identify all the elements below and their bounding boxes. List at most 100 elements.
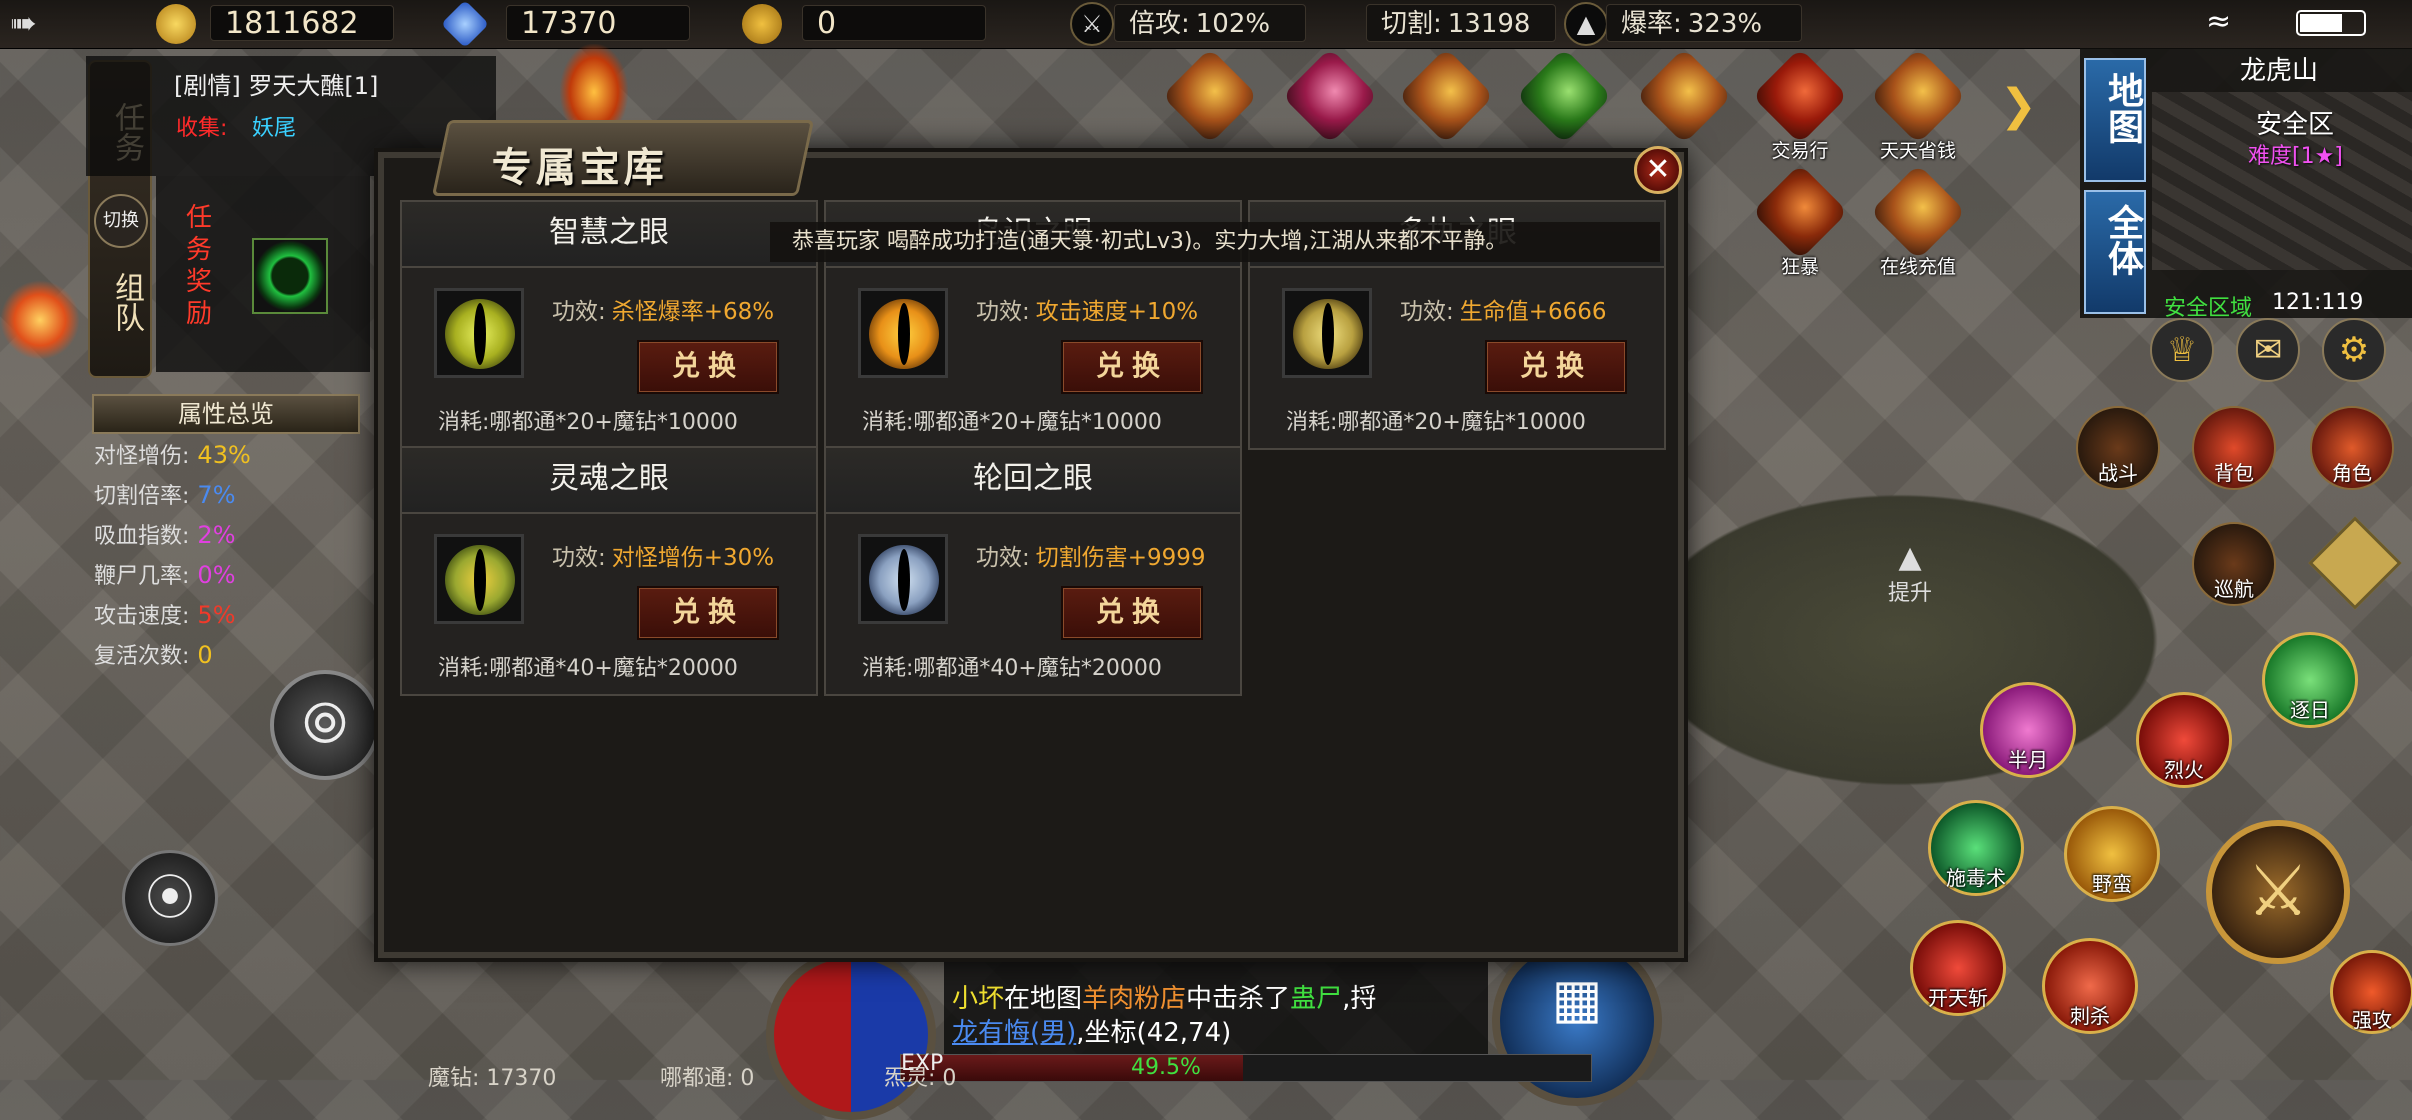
attribute-value: 2% [197, 521, 236, 549]
effect-label: 功效: [1400, 299, 1454, 325]
gold-ingot-icon [156, 4, 196, 44]
quest-title: [剧情] 罗天大醮[1] [174, 72, 379, 100]
daily-savings-icon[interactable]: 天天省钱 [1869, 47, 1967, 162]
announcement-ticker: 恭喜玩家 喝醉成功打造(通天箓·初式Lv3)。实力大增,江湖从来都不平静。 [770, 222, 1660, 262]
sword-icon: ⚔ [2246, 850, 2310, 932]
diamond-icon [440, 0, 490, 49]
battle-icon[interactable]: 战斗 [2076, 406, 2160, 490]
settings-gear-icon[interactable]: ⚙ [2322, 318, 2386, 382]
walking-figure-icon: ⦿ [145, 870, 194, 926]
eye-item-icon [1282, 288, 1372, 378]
rage-icon[interactable]: 狂暴 [1751, 163, 1849, 278]
trading-house-icon[interactable]: 交易行 [1751, 47, 1849, 162]
team-tab[interactable]: 组队 [104, 272, 148, 332]
feature-icon-4-graphic [1515, 47, 1613, 145]
online-recharge-icon[interactable]: 在线充值 [1869, 163, 1967, 278]
attribute-label: 切割倍率: [94, 484, 190, 509]
item-name: 灵魂之眼 [402, 448, 816, 514]
chat-text-2: 中击杀了 [1186, 984, 1291, 1014]
skill-qianggong[interactable]: 强攻 [2330, 950, 2412, 1034]
redeem-button[interactable]: 兑换 [1061, 586, 1203, 640]
gold-amount: 1811682 [210, 5, 394, 41]
item-body: 功效: 对怪增伤+30% 兑换 消耗:哪都通*40+魔钻*20000 [402, 514, 816, 694]
skill-banyue[interactable]: 半月 [1980, 682, 2076, 778]
character-icon[interactable]: 角色 [2310, 406, 2394, 490]
chat-text-1: 在地图 [1004, 984, 1083, 1014]
redeem-button[interactable]: 兑换 [637, 586, 779, 640]
item-cost: 消耗:哪都通*20+魔钻*10000 [862, 410, 1162, 435]
item-body: 功效: 杀怪爆率+68% 兑换 消耗:哪都通*20+魔钻*10000 [402, 268, 816, 448]
diamond-amount: 17370 [506, 5, 690, 41]
chat-player-1[interactable]: 小坏 [952, 984, 1004, 1014]
eye-slit [898, 549, 910, 611]
attribute-row: 切割倍率: 7% [94, 478, 236, 510]
battle-label: 战斗 [2098, 461, 2138, 485]
switch-tab[interactable]: 切换 [94, 194, 148, 248]
upgrade-button[interactable]: ▲ 提升 [1880, 540, 1940, 620]
feature-icon-4[interactable] [1515, 47, 1613, 158]
footer-diamond: 魔钻: 17370 [428, 1066, 557, 1091]
close-button[interactable]: ✕ [1634, 146, 1682, 194]
trophy-icon[interactable]: ♕ [2150, 318, 2214, 382]
dialog-title: 专属宝库 [491, 144, 668, 191]
skill-yeman-label: 野蛮 [2092, 872, 2132, 896]
multiplier-stat: 倍攻: 102% [1114, 4, 1306, 42]
chat-player-2[interactable]: 龙有悔(男) [952, 1018, 1076, 1048]
item-effect: 功效: 对怪增伤+30% [552, 538, 774, 572]
coords-label: 121:119 [2272, 290, 2364, 315]
eye-item-icon [434, 534, 524, 624]
redeem-button[interactable]: 兑换 [1061, 340, 1203, 394]
feature-icon-2[interactable] [1281, 47, 1379, 158]
all-button[interactable]: 全体 [2084, 190, 2146, 314]
quest-reward-box[interactable]: 任务奖励 [156, 176, 370, 372]
item-card-soul: 灵魂之眼 功效: 对怪增伤+30% 兑换 消耗:哪都通*40+魔钻*20000 [400, 446, 818, 696]
feature-icon-5[interactable] [1635, 47, 1733, 158]
feature-icon-1[interactable] [1161, 47, 1259, 158]
dialog-title-plate: 专属宝库 [431, 120, 815, 196]
eye-item-icon [434, 288, 524, 378]
skill-cisha[interactable]: 刺杀 [2042, 938, 2138, 1034]
item-body: 功效: 生命值+6666 兑换 消耗:哪都通*20+魔钻*10000 [1250, 268, 1664, 448]
run-toggle-button[interactable]: ⦾ [270, 670, 380, 780]
effect-label: 功效: [552, 545, 606, 571]
effect-value: 切割伤害+9999 [1035, 545, 1206, 571]
crit-label: 爆率: [1621, 9, 1682, 39]
eye-slit [1322, 303, 1334, 365]
trading-house-label: 交易行 [1771, 140, 1829, 162]
redeem-button[interactable]: 兑换 [1485, 340, 1627, 394]
reward-item-icon [252, 238, 328, 314]
crossed-swords-icon: ⚔ [1070, 2, 1114, 46]
diamond-grid-icon[interactable] [2308, 516, 2402, 610]
skill-shidushu[interactable]: 施毒术 [1928, 800, 2024, 896]
eye-slit [474, 549, 486, 611]
collapse-arrow-icon[interactable]: ❯ [2000, 80, 2037, 131]
chat-place: 羊肉粉店 [1082, 984, 1187, 1014]
exp-bar: EXP 49.5% [900, 1051, 1592, 1082]
expand-arrow-icon[interactable]: ➠ [10, 6, 44, 40]
item-name: 智慧之眼 [402, 202, 816, 268]
feature-icon-3[interactable] [1397, 47, 1495, 158]
difficulty-label: 难度[1★] [2248, 144, 2343, 169]
eye-slit [898, 303, 910, 365]
bag-icon[interactable]: 背包 [2192, 406, 2276, 490]
skill-yeman[interactable]: 野蛮 [2064, 806, 2160, 902]
chat-box[interactable]: 小坏在地图羊肉粉店中击杀了蛊尸,捋 龙有悔(男),坐标(42,74) [944, 958, 1488, 1054]
mail-icon[interactable]: ✉ [2236, 318, 2300, 382]
minimap-view[interactable]: 安全区 难度[1★] [2152, 92, 2412, 270]
exp-value: 49.5% [1131, 1055, 1201, 1080]
map-button-label: 地图 [2102, 72, 2143, 144]
chat-target: 蛊尸 [1290, 984, 1343, 1014]
item-effect: 功效: 攻击速度+10% [976, 292, 1198, 326]
redeem-button[interactable]: 兑换 [637, 340, 779, 394]
map-button[interactable]: 地图 [2084, 58, 2146, 182]
skill-liehuo[interactable]: 烈火 [2136, 692, 2232, 788]
skill-zhuri[interactable]: 逐日 [2262, 632, 2358, 728]
main-attack-button[interactable]: ⚔ [2206, 820, 2350, 964]
cruise-icon[interactable]: 巡航 [2192, 522, 2276, 606]
item-card-wisdom: 智慧之眼 功效: 杀怪爆率+68% 兑换 消耗:哪都通*20+魔钻*10000 [400, 200, 818, 450]
skill-liehuo-label: 烈火 [2164, 758, 2204, 782]
skill-kaitianzhan[interactable]: 开天斩 [1910, 920, 2006, 1016]
item-effect: 功效: 杀怪爆率+68% [552, 292, 774, 326]
walk-toggle-button[interactable]: ⦿ [122, 850, 218, 946]
attribute-overview: 属性总览 对怪增伤: 43% 切割倍率: 7% 吸血指数: 2% 鞭尸几率: 0% 攻击速度: 5… [86, 390, 368, 680]
